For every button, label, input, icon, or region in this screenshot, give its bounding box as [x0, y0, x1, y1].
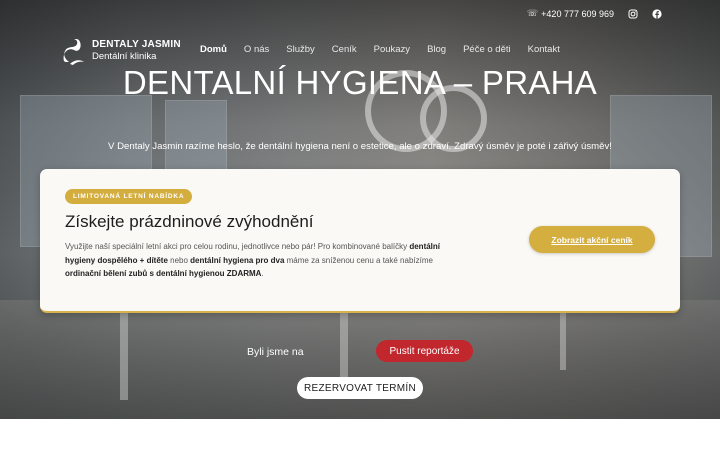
- nav-item-kontakt[interactable]: Kontakt: [528, 44, 560, 55]
- top-contact-bar: ☏ +420 777 609 969: [527, 8, 662, 19]
- promo-text-3: máme za sníženou cenu a také nabízíme: [284, 255, 433, 265]
- promo-text-2: nebo: [167, 255, 191, 265]
- promo-card: LIMITOVANÁ LETNÍ NABÍDKA Získejte prázdn…: [40, 169, 680, 313]
- promo-text-1: Využijte naší speciální letní akci pro c…: [65, 242, 410, 251]
- logo-title: DENTALY JASMIN: [92, 38, 181, 50]
- nav-item-pece-o-deti[interactable]: Péče o děti: [463, 44, 511, 55]
- site-logo[interactable]: DENTALY JASMIN Dentální klinika: [60, 33, 181, 67]
- nav-item-blog[interactable]: Blog: [427, 44, 446, 55]
- logo-subtitle: Dentální klinika: [92, 50, 157, 62]
- phone-number: +420 777 609 969: [541, 8, 614, 19]
- main-nav: Domů O nás Služby Ceník Poukazy Blog Péč…: [200, 44, 560, 55]
- promo-title: Získejte prázdninové zvýhodnění: [65, 212, 314, 231]
- nav-item-sluzby[interactable]: Služby: [286, 44, 315, 55]
- swan-logo: [63, 38, 84, 65]
- promo-bold-3: ordinační bělení zubů s dentální hygieno…: [65, 269, 262, 278]
- promo-badge: LIMITOVANÁ LETNÍ NABÍDKA: [65, 189, 193, 204]
- media-label: Byli jsme na: [247, 346, 304, 358]
- promo-bold-2: dentální hygiena pro dva: [190, 255, 285, 265]
- nav-item-cenik[interactable]: Ceník: [332, 44, 357, 55]
- play-reports-button[interactable]: Pustit reportáže: [376, 340, 473, 362]
- nav-item-o-nas[interactable]: O nás: [244, 44, 269, 55]
- facebook-icon[interactable]: [652, 8, 662, 19]
- price-list-button[interactable]: Zobrazit akční ceník: [529, 226, 655, 253]
- phone-link[interactable]: ☏ +420 777 609 969: [527, 8, 614, 19]
- promo-text-4: .: [261, 269, 264, 278]
- nav-item-domu[interactable]: Domů: [200, 44, 227, 55]
- instagram-icon[interactable]: [628, 9, 638, 19]
- page-title: DENTALNÍ HYGIENA – PRAHA: [122, 64, 598, 101]
- nav-item-poukazy[interactable]: Poukazy: [374, 44, 410, 55]
- promo-text: Využijte naší speciální letní akci pro c…: [65, 240, 465, 281]
- phone-icon: ☏: [526, 8, 539, 18]
- book-appointment-button[interactable]: REZERVOVAT TERMÍN: [297, 377, 423, 399]
- hero-subtitle: V Dentaly Jasmin razíme heslo, že dentál…: [108, 141, 612, 152]
